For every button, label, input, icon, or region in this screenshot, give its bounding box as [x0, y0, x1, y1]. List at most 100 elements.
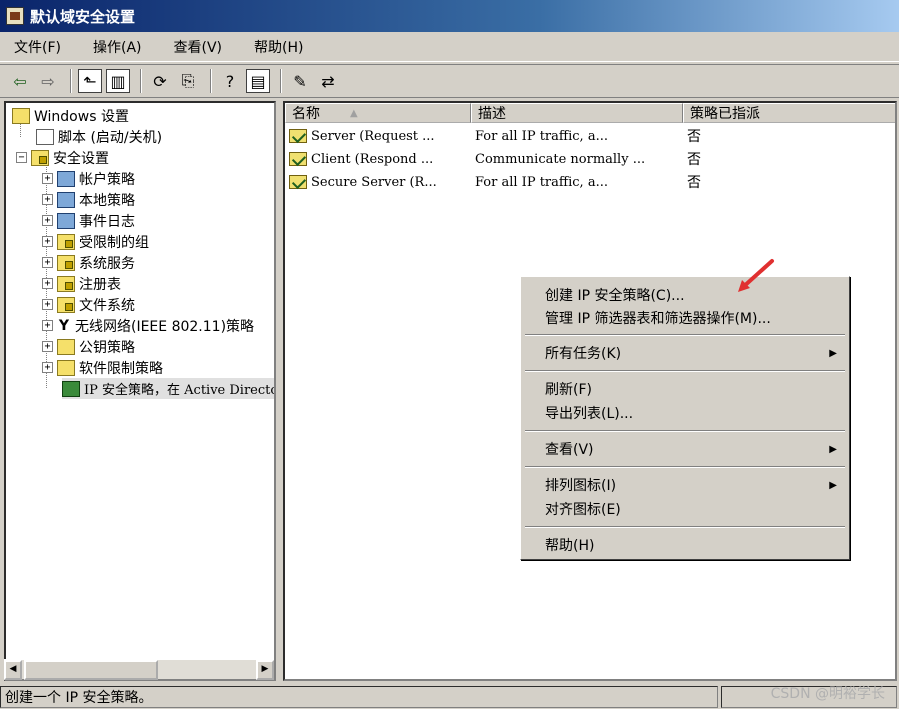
tree-label: IP 安全策略，在 Active Directory — [84, 383, 276, 398]
policy-assigned: 否 — [687, 175, 701, 191]
menu-separator — [525, 466, 845, 468]
tree-item-security-settings[interactable]: − 安全设置 — [16, 147, 109, 168]
console-tree: Windows 设置 脚本 (启动/关机) − 安全设置 + 帐户策略 + 本地… — [4, 101, 276, 681]
event-log-icon — [57, 212, 75, 229]
up-folder-icon[interactable]: ⬑ — [78, 69, 102, 93]
policy-row[interactable]: Secure Server (R... For all IP traffic, … — [285, 171, 803, 193]
menu-item-label: 所有任务(K) — [545, 346, 622, 362]
menu-separator — [525, 526, 845, 528]
watermark: CSDN @明裕学长 — [770, 686, 885, 702]
tree-root[interactable]: Windows 设置 — [12, 105, 129, 126]
toolbar-separator — [280, 69, 282, 93]
tree-item-local-policy[interactable]: + 本地策略 — [42, 189, 135, 210]
menu-manage-filters[interactable]: 管理 IP 筛选器表和筛选器操作(M)... — [545, 307, 845, 329]
column-description[interactable]: 描述 — [471, 103, 683, 123]
menu-item-label: 创建 IP 安全策略(C)... — [545, 288, 685, 304]
back-icon[interactable]: ⇦ — [8, 69, 32, 93]
scroll-right-icon[interactable]: ▶ — [256, 660, 274, 680]
status-bar: 创建一个 IP 安全策略。 — [0, 684, 899, 709]
menu-create-ip-policy[interactable]: 创建 IP 安全策略(C)... — [545, 284, 845, 306]
menu-refresh[interactable]: 刷新(F) — [545, 378, 845, 400]
policy-row[interactable]: Server (Request ... For all IP traffic, … — [285, 125, 803, 147]
window-title: 默认域安全设置 — [30, 7, 136, 26]
tree-item-account-policy[interactable]: + 帐户策略 — [42, 168, 135, 189]
menu-arrange-icons[interactable]: 排列图标(I) ▶ — [545, 474, 845, 496]
column-assigned[interactable]: 策略已指派 — [683, 103, 895, 123]
tree-item-public-key[interactable]: + 公钥策略 — [42, 336, 135, 357]
tree-horizontal-scrollbar[interactable]: ◀ ▶ — [4, 659, 274, 680]
security-settings-icon — [31, 149, 49, 166]
menu-separator — [525, 430, 845, 432]
column-label: 策略已指派 — [690, 106, 760, 122]
show-tree-icon[interactable]: ▥ — [106, 69, 130, 93]
submenu-arrow-icon: ▶ — [829, 479, 837, 491]
tree-item-file-system[interactable]: + 文件系统 — [42, 294, 135, 315]
tree-label: 无线网络(IEEE 802.11)策略 — [75, 318, 255, 335]
menu-item-label: 排列图标(I) — [545, 478, 617, 494]
menu-align-icons[interactable]: 对齐图标(E) — [545, 498, 845, 520]
collapse-icon[interactable]: − — [16, 152, 27, 163]
expand-icon[interactable]: + — [42, 215, 53, 226]
menu-separator — [525, 334, 845, 336]
tree-label: 脚本 (启动/关机) — [58, 129, 163, 146]
menu-action[interactable]: 操作(A) — [87, 35, 148, 59]
folder-lock-icon — [57, 233, 75, 250]
submenu-arrow-icon: ▶ — [829, 443, 837, 455]
tree-item-ip-security[interactable]: IP 安全策略，在 Active Directory — [62, 378, 276, 399]
expand-icon[interactable]: + — [42, 341, 53, 352]
menu-help[interactable]: 帮助(H) — [248, 35, 309, 59]
menu-export-list[interactable]: 导出列表(L)... — [545, 402, 845, 424]
expand-icon[interactable]: + — [42, 194, 53, 205]
tree-item-registry[interactable]: + 注册表 — [42, 273, 121, 294]
toolbar-separator — [70, 69, 72, 93]
menu-help[interactable]: 帮助(H) — [545, 534, 845, 556]
annotation-arrow-icon — [738, 259, 774, 292]
scroll-thumb[interactable] — [24, 660, 158, 680]
policy-name: Client (Respond ... — [311, 151, 434, 167]
policy-name: Server (Request ... — [311, 128, 435, 144]
policy-row[interactable]: Client (Respond ... Communicate normally… — [285, 148, 803, 170]
menu-view[interactable]: 查看(V) — [168, 35, 229, 59]
policy-description: For all IP traffic, a... — [475, 128, 608, 144]
column-name[interactable]: 名称 ▲ — [285, 103, 471, 123]
expand-icon[interactable]: + — [42, 299, 53, 310]
tree-label: 文件系统 — [79, 297, 135, 314]
folder-lock-icon — [57, 296, 75, 313]
expand-icon[interactable]: + — [42, 257, 53, 268]
refresh-icon[interactable]: ⟳ — [148, 69, 172, 93]
ip-policy-icon — [289, 129, 307, 143]
list-header: 名称 ▲ 描述 策略已指派 — [285, 103, 895, 123]
menu-item-label: 对齐图标(E) — [545, 502, 621, 518]
sort-ascending-icon: ▲ — [350, 107, 358, 119]
scroll-left-icon[interactable]: ◀ — [4, 660, 22, 680]
app-icon — [6, 7, 24, 25]
properties-icon[interactable]: ▤ — [246, 69, 270, 93]
menu-item-label: 刷新(F) — [545, 382, 592, 398]
menu-all-tasks[interactable]: 所有任务(K) ▶ — [545, 342, 845, 364]
manage-filters-icon[interactable]: ⇄ — [316, 69, 340, 93]
menu-separator — [525, 370, 845, 372]
expand-icon[interactable]: + — [42, 278, 53, 289]
forward-icon[interactable]: ⇨ — [36, 69, 60, 93]
tree-item-system-services[interactable]: + 系统服务 — [42, 252, 135, 273]
menu-file[interactable]: 文件(F) — [8, 35, 67, 59]
menu-item-label: 管理 IP 筛选器表和筛选器操作(M)... — [545, 311, 771, 327]
expand-icon[interactable]: + — [42, 320, 53, 331]
expand-icon[interactable]: + — [42, 236, 53, 247]
tree-item-scripts[interactable]: 脚本 (启动/关机) — [36, 126, 162, 147]
help-icon[interactable]: ? — [218, 69, 242, 93]
tree-item-event-log[interactable]: + 事件日志 — [42, 210, 135, 231]
script-icon — [36, 128, 54, 145]
tree-item-software-restriction[interactable]: + 软件限制策略 — [42, 357, 163, 378]
menu-view[interactable]: 查看(V) ▶ — [545, 438, 845, 460]
tree-item-restricted-groups[interactable]: + 受限制的组 — [42, 231, 149, 252]
tree-item-wireless[interactable]: + Y 无线网络(IEEE 802.11)策略 — [42, 315, 254, 336]
folder-lock-icon — [57, 254, 75, 271]
expand-icon[interactable]: + — [42, 173, 53, 184]
title-bar: 默认域安全设置 — [0, 0, 899, 32]
new-policy-icon[interactable]: ✎ — [288, 69, 312, 93]
folder-icon — [12, 107, 30, 124]
status-text: 创建一个 IP 安全策略。 — [0, 685, 718, 708]
expand-icon[interactable]: + — [42, 362, 53, 373]
export-list-icon[interactable]: ⎘ — [176, 69, 200, 93]
